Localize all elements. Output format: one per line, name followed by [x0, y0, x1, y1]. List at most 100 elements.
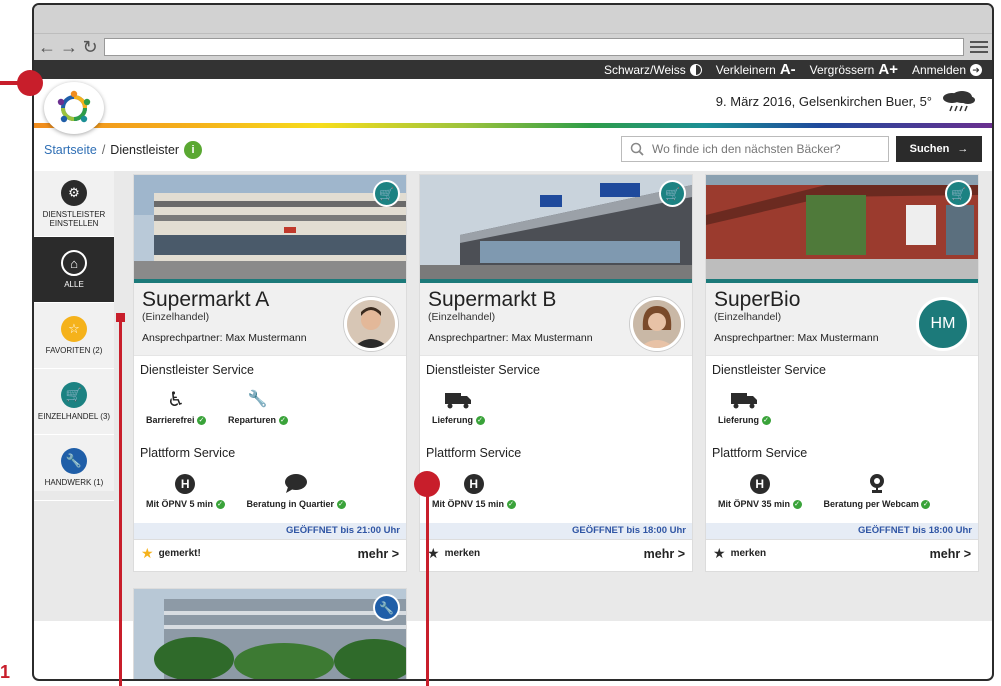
- service-label: Mit ÖPNV 35 min: [718, 499, 791, 509]
- avatar-initials: HM: [916, 297, 970, 351]
- check-icon: ✓: [792, 500, 802, 510]
- sidebar-item-all[interactable]: ⌂ ALLE: [34, 237, 114, 303]
- provider-card[interactable]: 🛒 SuperBio (Einzelhandel) Ansprechpartne…: [706, 175, 978, 571]
- utility-bar: Schwarz/Weiss Verkleinern A- Vergrössern…: [34, 60, 992, 79]
- platform-service-title: Plattform Service: [140, 446, 236, 460]
- check-icon: ✓: [506, 500, 516, 510]
- wrench-icon: 🔧: [61, 448, 87, 474]
- more-link[interactable]: mehr >: [644, 547, 685, 561]
- sidebar-item-label: ALLE: [64, 280, 84, 289]
- bus-stop-icon: H: [175, 474, 196, 494]
- wrench-icon: 🔧: [373, 594, 400, 621]
- platform-service-title: Plattform Service: [426, 446, 522, 460]
- browser-window: ← → ↻ Schwarz/Weiss Verkleinern A- Vergr…: [32, 3, 994, 681]
- home-icon: ⌂: [61, 250, 87, 276]
- bus-stop-icon: H: [463, 474, 484, 494]
- site-logo[interactable]: [44, 82, 104, 134]
- provider-services: ♿ Barrierefrei ✓ 🔧 Reparturen ✓: [134, 379, 406, 439]
- store-photo: 🛒: [420, 175, 692, 279]
- annotation-number: 1: [0, 662, 11, 682]
- service-oepnv: H Mit ÖPNV 15 min ✓: [432, 473, 516, 523]
- service-reparturen: 🔧 Reparturen ✓: [228, 389, 288, 439]
- provider-service-title: Dienstleister Service: [420, 355, 692, 379]
- webcam-icon: [867, 473, 887, 495]
- back-icon[interactable]: ←: [38, 38, 56, 56]
- shrink-symbol: A-: [779, 61, 796, 78]
- sidebar-item-retail[interactable]: 🛒 EINZELHANDEL (3): [34, 369, 114, 435]
- hamburger-menu-icon[interactable]: [970, 41, 988, 53]
- login-label: Anmelden: [911, 62, 966, 77]
- store-photo: 🔧: [134, 589, 406, 679]
- gears-icon: ⚙: [61, 179, 87, 206]
- card-header: Supermarkt B (Einzelhandel) Ansprechpart…: [420, 283, 692, 355]
- more-link[interactable]: mehr >: [358, 547, 399, 561]
- breadcrumb-home-link[interactable]: Startseite: [44, 143, 97, 157]
- favorite-label: merken: [444, 548, 481, 559]
- check-icon: ✓: [475, 416, 485, 426]
- reload-icon[interactable]: ↻: [82, 38, 98, 56]
- login-button[interactable]: Anmelden ➜: [912, 63, 982, 77]
- search-placeholder: Wo finde ich den nächsten Bäcker?: [652, 142, 841, 156]
- logo-icon: [57, 90, 91, 123]
- card-footer: ★ merken mehr >: [420, 539, 692, 567]
- wrench-icon: 🔧: [247, 391, 268, 408]
- contact-person: Ansprechpartner: Max Mustermann: [428, 332, 593, 344]
- grow-text-button[interactable]: Vergrössern A+: [810, 61, 898, 78]
- grow-label: Vergrössern: [809, 62, 875, 77]
- service-oepnv: H Mit ÖPNV 5 min ✓: [146, 473, 225, 523]
- favorite-label: gemerkt!: [158, 548, 201, 559]
- arrow-right-icon: →: [957, 143, 969, 155]
- service-beratung: Beratung in Quartier ✓: [247, 473, 346, 523]
- sidebar-item-settings[interactable]: ⚙ DIENSTLEISTER EINSTELLEN: [34, 171, 114, 237]
- truck-icon: [445, 389, 472, 411]
- annotation-line: [119, 313, 122, 686]
- favorite-toggle[interactable]: ★ gemerkt!: [141, 545, 201, 562]
- provider-card[interactable]: 🔧: [134, 589, 406, 679]
- store-photo: 🛒: [706, 175, 978, 279]
- breadcrumb-row: Startseite / Dienstleister i Wo finde ic…: [34, 128, 992, 171]
- opening-hours: GEÖFFNET bis 18:00 Uhr: [706, 523, 978, 539]
- star-filled-icon: ★: [141, 545, 154, 561]
- service-label: Mit ÖPNV 15 min: [432, 499, 505, 509]
- breadcrumb-separator: /: [101, 142, 106, 157]
- rain-cloud-icon: [943, 91, 975, 112]
- provider-card[interactable]: 🛒 Supermarkt A (Einzelhandel) Ansprechpa…: [134, 175, 406, 571]
- more-link[interactable]: mehr >: [930, 547, 971, 561]
- grow-symbol: A+: [878, 61, 898, 78]
- arrow-right-icon: ➜: [970, 63, 982, 76]
- favorite-toggle[interactable]: ★ merken: [427, 545, 480, 562]
- provider-services: Lieferung ✓: [420, 379, 692, 439]
- info-icon[interactable]: i: [184, 140, 203, 159]
- store-photo: 🛒: [134, 175, 406, 279]
- star-icon: ★: [713, 545, 726, 561]
- annotation-dot: [17, 70, 43, 96]
- service-label: Lieferung: [718, 415, 760, 425]
- search-icon: [630, 142, 644, 156]
- date-location-weather: 9. März 2016, Gelsenkirchen Buer, 5°: [716, 90, 978, 112]
- provider-services: Lieferung ✓: [706, 379, 978, 439]
- contrast-icon: [689, 63, 702, 76]
- cart-icon: 🛒: [659, 180, 686, 207]
- sidebar-item-label: DIENSTLEISTER EINSTELLEN: [42, 209, 106, 228]
- shrink-text-button[interactable]: Verkleinern A-: [716, 61, 796, 78]
- search-button[interactable]: Suchen →: [896, 136, 982, 162]
- platform-service-title: Plattform Service: [712, 446, 808, 460]
- avatar: [344, 297, 398, 351]
- sidebar-item-crafts[interactable]: 🔧 HANDWERK (1): [34, 435, 114, 501]
- service-label: Lieferung: [432, 415, 474, 425]
- contrast-toggle[interactable]: Schwarz/Weiss: [604, 63, 702, 77]
- address-bar[interactable]: [104, 38, 964, 56]
- sidebar-item-favorites[interactable]: ☆ FAVORITEN (2): [34, 303, 114, 369]
- forward-icon[interactable]: →: [60, 38, 78, 56]
- browser-titlebar: [34, 5, 992, 34]
- provider-card[interactable]: 🛒 Supermarkt B (Einzelhandel) Ansprechpa…: [420, 175, 692, 571]
- favorite-toggle[interactable]: ★ merken: [713, 545, 766, 562]
- service-lieferung: Lieferung ✓: [718, 389, 771, 439]
- sidebar-item-label: EINZELHANDEL (3): [37, 412, 111, 421]
- check-icon: ✓: [278, 416, 288, 426]
- contrast-label: Schwarz/Weiss: [603, 62, 686, 77]
- search-input[interactable]: Wo finde ich den nächsten Bäcker?: [621, 136, 889, 162]
- main-content: ⚙ DIENSTLEISTER EINSTELLEN ⌂ ALLE ☆ FAVO…: [34, 171, 992, 679]
- check-icon: ✓: [215, 500, 225, 510]
- check-icon: ✓: [197, 416, 207, 426]
